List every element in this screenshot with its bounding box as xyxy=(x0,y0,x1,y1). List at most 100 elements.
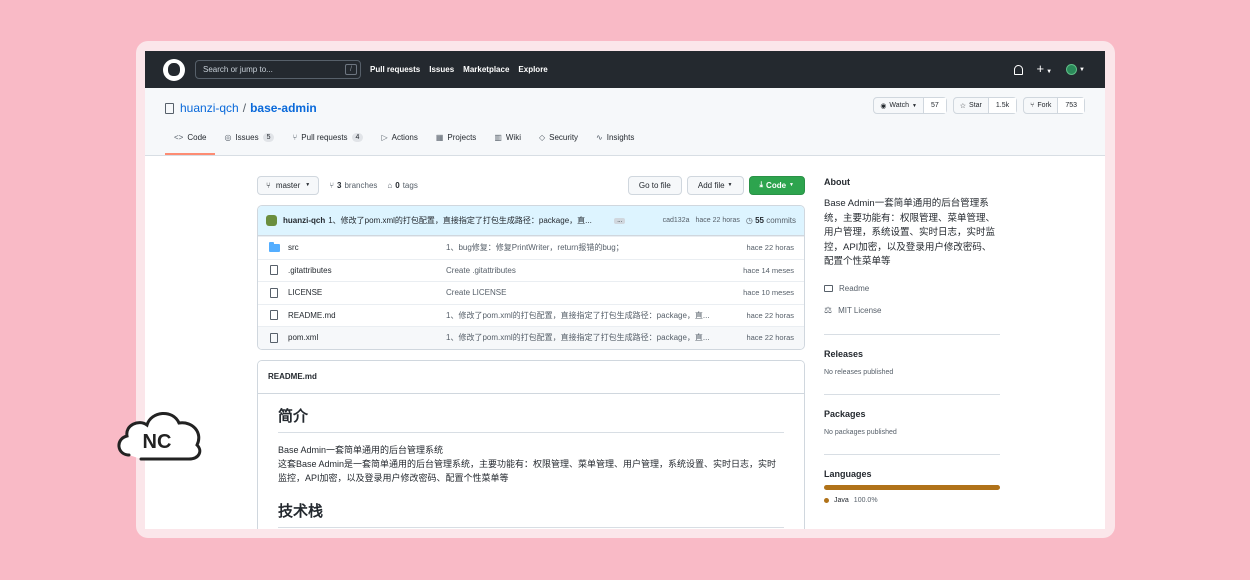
repo-owner-link[interactable]: huanzi-qch xyxy=(180,101,239,115)
license-link-label: MIT License xyxy=(838,305,882,315)
latest-commit-bar: huanzi-qch 1、修改了pom.xml的打包配置，直接指定了打包生成路径… xyxy=(258,206,804,236)
commit-message[interactable]: 1、修改了pom.xml的打包配置，直接指定了打包生成路径：package，直.… xyxy=(328,215,608,226)
branch-selector[interactable]: ⑂ master ▼ xyxy=(257,175,320,195)
repo-actions: ◉ Watch ▼ 57 ☆ Star 1.5k ⑂ Fork 753 xyxy=(873,97,1085,114)
branches-link[interactable]: ⑂ 3 branches xyxy=(329,181,377,190)
tab-actions[interactable]: ▷ Actions xyxy=(372,122,426,155)
table-icon: ▦ xyxy=(435,133,444,142)
file-time: hace 22 horas xyxy=(746,310,794,320)
nav-pull-requests[interactable]: Pull requests xyxy=(370,65,420,74)
file-time: hace 14 meses xyxy=(743,265,794,275)
readme-paragraph: 这套Base Admin是一套简单通用的后台管理系统，主要功能有：权限管理、菜单… xyxy=(278,458,777,483)
nc-logo-text: NC xyxy=(143,431,172,453)
fork-button[interactable]: ⑂ Fork 753 xyxy=(1023,97,1085,114)
commits-link[interactable]: ◷ 55 commits xyxy=(746,216,796,225)
shield-icon: ◇ xyxy=(538,133,546,142)
file-name[interactable]: README.md xyxy=(288,311,446,320)
issue-icon: ◎ xyxy=(224,133,232,142)
table-row[interactable]: .gitattributes Create .gitattributes hac… xyxy=(258,258,804,282)
readme-panel: README.md 简介 Base Admin一套简单通用的后台管理系统 这套B… xyxy=(257,359,805,529)
commit-author[interactable]: huanzi-qch xyxy=(283,216,325,225)
book-icon xyxy=(824,284,833,292)
create-new-menu[interactable]: + ▼ xyxy=(1036,60,1053,76)
tags-link[interactable]: ⌂ 0 tags xyxy=(387,181,417,190)
file-name[interactable]: LICENSE xyxy=(288,288,446,297)
nav-explore[interactable]: Explore xyxy=(518,65,547,74)
go-to-file-button[interactable]: Go to file xyxy=(627,175,682,195)
repo-tabs: <> Code ◎ Issues 5 ⑂ Pull requests 4 ▷ Actions… xyxy=(165,122,643,155)
chevron-down-icon: ▼ xyxy=(789,182,794,188)
repo-name-link[interactable]: base-admin xyxy=(250,101,317,115)
nav-marketplace[interactable]: Marketplace xyxy=(463,65,509,74)
expand-commit-button[interactable]: ... xyxy=(614,217,626,224)
file-list: huanzi-qch 1、修改了pom.xml的打包配置，直接指定了打包生成路径… xyxy=(257,205,805,350)
plus-icon: + xyxy=(1036,60,1045,76)
table-row[interactable]: LICENSE Create LICENSE hace 10 meses xyxy=(258,281,804,304)
tab-label: Pull requests xyxy=(301,133,348,142)
file-commit-message[interactable]: Create .gitattributes xyxy=(446,266,724,275)
table-row[interactable]: README.md 1、修改了pom.xml的打包配置，直接指定了打包生成路径：… xyxy=(258,303,804,327)
tab-label: Actions xyxy=(391,133,418,142)
tab-label: Insights xyxy=(606,133,635,142)
notifications-bell-icon[interactable] xyxy=(1013,64,1023,75)
file-commit-message[interactable]: 1、bug修复：修复PrintWriter，return报错的bug； xyxy=(446,242,724,253)
avatar xyxy=(1066,64,1078,75)
tab-wiki[interactable]: ▥ Wiki xyxy=(485,122,530,155)
tab-label: Issues xyxy=(235,133,259,142)
tab-projects[interactable]: ▦ Projects xyxy=(427,122,485,155)
file-commit-message[interactable]: 1、修改了pom.xml的打包配置，直接指定了打包生成路径：package，直.… xyxy=(446,332,724,343)
tab-security[interactable]: ◇ Security xyxy=(530,122,587,155)
star-label: Star xyxy=(969,102,982,109)
releases-title[interactable]: Releases xyxy=(824,349,1000,359)
tab-label: Code xyxy=(187,133,207,142)
add-file-button[interactable]: Add file ▼ xyxy=(686,175,744,195)
nav-issues[interactable]: Issues xyxy=(429,65,454,74)
readme-heading: 技术栈 xyxy=(278,500,784,528)
fork-count[interactable]: 753 xyxy=(1058,98,1084,113)
tab-insights[interactable]: ∿ Insights xyxy=(587,122,643,155)
tab-label: Projects xyxy=(447,133,477,142)
tab-issues[interactable]: ◎ Issues 5 xyxy=(215,122,283,155)
search-input[interactable]: Search or jump to... / xyxy=(195,60,361,79)
license-link[interactable]: ⚖ MIT License xyxy=(824,305,1000,316)
commit-sha[interactable]: cad132a xyxy=(663,217,690,224)
table-row[interactable]: pom.xml 1、修改了pom.xml的打包配置，直接指定了打包生成路径：pa… xyxy=(258,326,804,349)
fork-icon: ⑂ xyxy=(1030,102,1035,109)
file-name[interactable]: src xyxy=(288,243,446,252)
readme-link[interactable]: Readme xyxy=(824,284,1000,293)
readme-link-label: Readme xyxy=(839,283,870,293)
repo-header: huanzi-qch / base-admin ◉ Watch ▼ 57 ☆ Star… xyxy=(145,88,1105,156)
watch-count[interactable]: 57 xyxy=(923,98,946,113)
language-percent: 100.0% xyxy=(853,496,878,504)
language-item[interactable]: Java 100.0% xyxy=(824,497,1000,504)
languages-title: Languages xyxy=(824,468,872,479)
folder-icon xyxy=(268,241,280,252)
readme-heading: 简介 xyxy=(278,405,784,433)
file-commit-message[interactable]: Create LICENSE xyxy=(446,288,724,297)
code-button[interactable]: ⤓ Code ▼ xyxy=(748,175,805,195)
avatar[interactable] xyxy=(266,215,277,226)
branches-label: branches xyxy=(344,180,378,190)
tab-pull-requests[interactable]: ⑂ Pull requests 4 xyxy=(283,122,372,155)
github-logo-icon[interactable] xyxy=(163,58,185,81)
nc-cloud-logo: NC xyxy=(117,412,202,461)
watch-button[interactable]: ◉ Watch ▼ 57 xyxy=(873,97,947,114)
tab-code[interactable]: <> Code xyxy=(165,122,216,155)
file-toolbar: ⑂ master ▼ ⑂ 3 branches ⌂ 0 tags Go to f… xyxy=(257,175,805,195)
star-count[interactable]: 1.5k xyxy=(988,98,1017,113)
user-menu[interactable]: ▼ xyxy=(1066,64,1085,75)
commits-count: 55 xyxy=(755,216,764,225)
star-button[interactable]: ☆ Star 1.5k xyxy=(952,97,1018,114)
readme-title: README.md xyxy=(258,360,804,394)
file-commit-message[interactable]: 1、修改了pom.xml的打包配置，直接指定了打包生成路径：package，直.… xyxy=(446,310,724,321)
global-header: Search or jump to... / Pull requests Iss… xyxy=(145,51,1105,88)
book-icon: ▥ xyxy=(494,133,502,142)
packages-title[interactable]: Packages xyxy=(824,409,1000,419)
file-icon xyxy=(268,332,280,343)
file-name[interactable]: .gitattributes xyxy=(288,266,446,275)
table-row[interactable]: src 1、bug修复：修复PrintWriter，return报错的bug； … xyxy=(258,236,804,259)
top-nav: Pull requests Issues Marketplace Explore xyxy=(370,65,557,74)
file-name[interactable]: pom.xml xyxy=(288,333,446,342)
readme-body: 简介 Base Admin一套简单通用的后台管理系统 这套Base Admin是… xyxy=(258,394,804,528)
language-name: Java xyxy=(834,496,849,504)
